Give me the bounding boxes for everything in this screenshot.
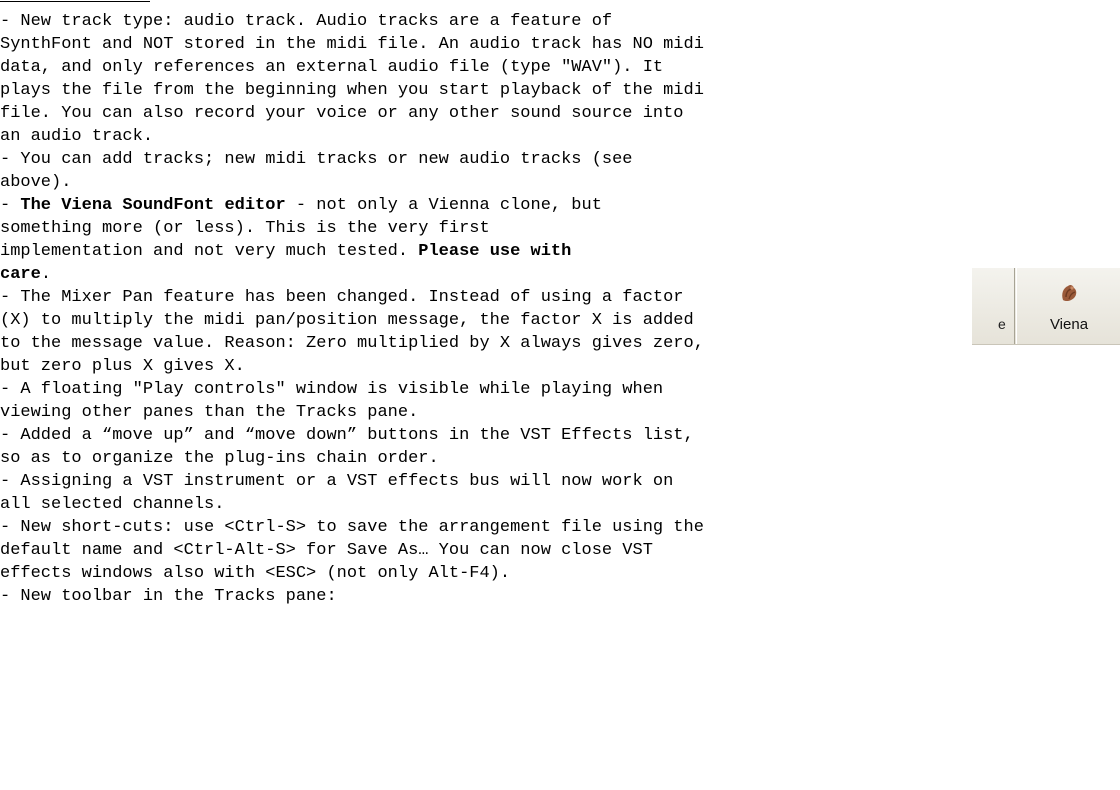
- text-line: but zero plus X gives X.: [0, 357, 245, 376]
- line-suffix: - not only a Vienna clone, but: [285, 196, 602, 215]
- bold-text: The Viena SoundFont editor: [20, 196, 286, 215]
- previous-toolbar-button[interactable]: e: [972, 268, 1015, 344]
- text-line: plays the file from the beginning when y…: [0, 81, 704, 100]
- text-line: care.: [0, 263, 1116, 286]
- text-line: viewing other panes than the Tracks pane…: [0, 403, 419, 422]
- changelog-text: - New track type: audio track. Audio tra…: [0, 10, 1116, 608]
- text-line: - New toolbar in the Tracks pane:: [0, 587, 337, 606]
- viena-toolbar-screenshot: e Viena: [972, 268, 1120, 345]
- text-line: - The Viena SoundFont editor - not only …: [0, 194, 1116, 217]
- text-line: SynthFont and NOT stored in the midi fil…: [0, 35, 704, 54]
- text-line: - Added a “move up” and “move down” butt…: [0, 426, 694, 445]
- text-line: all selected channels.: [0, 495, 225, 514]
- text-line: implementation and not very much tested.…: [0, 240, 1116, 263]
- text-line: so as to organize the plug-ins chain ord…: [0, 449, 439, 468]
- text-line: - New short-cuts: use <Ctrl-S> to save t…: [0, 518, 704, 537]
- bold-text: care: [0, 265, 41, 284]
- bold-text: Please use with: [418, 242, 572, 261]
- text-line: file. You can also record your voice or …: [0, 104, 684, 123]
- text-line: - The Mixer Pan feature has been changed…: [0, 288, 684, 307]
- text-line: effects windows also with <ESC> (not onl…: [0, 564, 511, 583]
- text-line: - You can add tracks; new midi tracks or…: [0, 150, 633, 169]
- viena-button-label: Viena: [1049, 316, 1089, 333]
- text-line: - A floating "Play controls" window is v…: [0, 380, 664, 399]
- text-line: to the message value. Reason: Zero multi…: [0, 334, 704, 353]
- viena-icon: [1062, 284, 1077, 302]
- line-suffix: .: [40, 265, 52, 284]
- previous-button-label: e: [998, 316, 1006, 332]
- text-line: default name and <Ctrl-Alt-S> for Save A…: [0, 541, 653, 560]
- line-prefix: -: [0, 196, 21, 215]
- text-line: above).: [0, 173, 72, 192]
- text-line: - Assigning a VST instrument or a VST ef…: [0, 472, 674, 491]
- viena-button[interactable]: Viena: [1016, 268, 1120, 344]
- text-line: - New track type: audio track. Audio tra…: [0, 12, 613, 31]
- text-line: (X) to multiply the midi pan/position me…: [0, 311, 694, 330]
- line-prefix: implementation and not very much tested.: [0, 242, 419, 261]
- text-line: an audio track.: [0, 127, 154, 146]
- top-divider: [0, 1, 150, 2]
- text-line: data, and only references an external au…: [0, 58, 664, 77]
- text-line: something more (or less). This is the ve…: [0, 219, 490, 238]
